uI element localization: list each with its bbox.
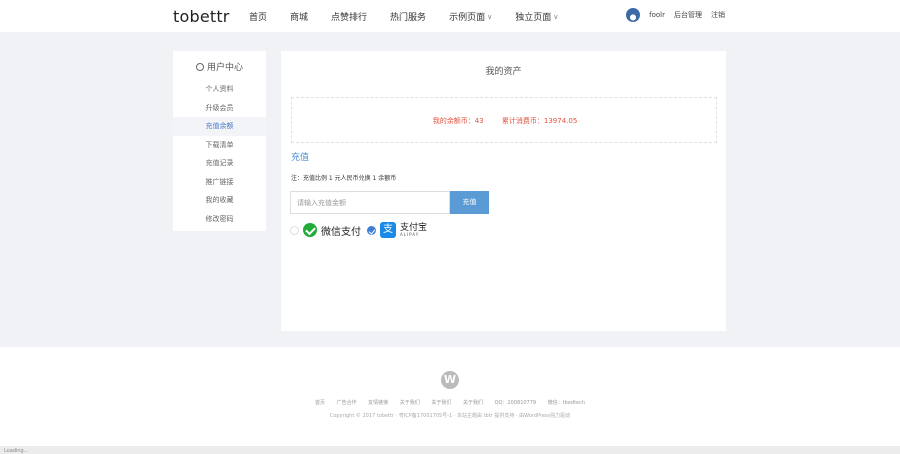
- wechat-pay-icon: [303, 223, 317, 237]
- nav-label: 首页: [249, 13, 268, 23]
- footer-link[interactable]: QQ：200810779: [495, 400, 537, 406]
- copyright: Copyright © 2017 tobettr · 粤ICP备17001705…: [329, 413, 571, 419]
- nav-item-examples[interactable]: 示例页面 ∨: [449, 10, 493, 24]
- sidebar-menu: 个人资料 升级会员 充值余额 下载清单 充值记录 推广链接 我的收藏 修改密码: [173, 80, 266, 228]
- assets-panel: 我的资产 我的余额币：43 累计消费币：13974.05 充值 注：充值比例 1…: [281, 51, 726, 331]
- sidebar-item-promotion[interactable]: 推广链接: [173, 173, 266, 192]
- alipay-label-group[interactable]: 支付宝 ALIPAY: [400, 223, 427, 237]
- site-footer: W 首页 广告合作 友情链接 关于我们 关于我们 关于我们 QQ：2008107…: [0, 347, 900, 446]
- nav-item-home[interactable]: 首页: [249, 10, 267, 23]
- footer-link[interactable]: 首页: [315, 400, 325, 406]
- user-center-sidebar: 用户中心 个人资料 升级会员 充值余额 下载清单 充值记录 推广链接 我的收藏 …: [173, 51, 266, 231]
- payment-options: 微信支付 支 支付宝 ALIPAY: [290, 222, 427, 238]
- status-text: Loading...: [4, 448, 29, 454]
- user-area: foolr 后台管理 注销: [626, 8, 725, 22]
- sidebar-item-downloads[interactable]: 下载清单: [173, 136, 266, 155]
- recharge-button[interactable]: 充值: [450, 191, 489, 214]
- sidebar-item-password[interactable]: 修改密码: [173, 210, 266, 229]
- wordpress-icon: W: [441, 371, 459, 389]
- username[interactable]: foolr: [649, 11, 665, 19]
- footer-link[interactable]: 关于我们: [431, 400, 451, 406]
- avatar[interactable]: [626, 8, 641, 22]
- nav-item-pages[interactable]: 独立页面 ∨: [515, 10, 559, 24]
- top-navbar: tobettr 首页 商城 点赞排行 热门服务 示例页面 ∨ 独立页面 ∨ fool…: [0, 0, 900, 32]
- footer-link[interactable]: 微信：tbedtech: [548, 400, 585, 406]
- admin-link[interactable]: 后台管理: [674, 10, 702, 20]
- sidebar-item-records[interactable]: 充值记录: [173, 154, 266, 173]
- nav-label: 独立页面: [515, 13, 552, 23]
- logout-link[interactable]: 注销: [711, 10, 725, 20]
- footer-link[interactable]: 友情链接: [368, 400, 388, 406]
- recharge-heading: 充值: [291, 153, 310, 163]
- wechat-pay-label[interactable]: 微信支付: [321, 223, 361, 238]
- asset-summary-box: 我的余额币：43 累计消费币：13974.05: [291, 97, 717, 143]
- alipay-radio[interactable]: [367, 225, 376, 235]
- total-consumed: 累计消费币：13974.05: [501, 117, 578, 125]
- sidebar-item-recharge[interactable]: 充值余额: [173, 117, 266, 136]
- browser-status-bar: [0, 446, 900, 454]
- footer-link[interactable]: 关于我们: [400, 400, 420, 406]
- footer-links: 首页 广告合作 友情链接 关于我们 关于我们 关于我们 QQ：200810779…: [0, 399, 900, 406]
- sidebar-title-text: 用户中心: [206, 63, 243, 73]
- alipay-icon: 支: [380, 222, 396, 238]
- sidebar-item-profile[interactable]: 个人资料: [173, 80, 266, 99]
- recharge-note: 注：充值比例 1 元人民币兑换 1 余额币: [291, 175, 397, 182]
- sidebar-title: 用户中心: [173, 60, 266, 73]
- nav-label: 点赞排行: [331, 13, 368, 23]
- main-nav: 首页 商城 点赞排行 热门服务 示例页面 ∨ 独立页面 ∨: [249, 10, 581, 24]
- gear-icon: [195, 62, 204, 71]
- amount-input[interactable]: [290, 191, 450, 214]
- nav-item-shop[interactable]: 商城: [290, 10, 308, 23]
- footer-link[interactable]: 关于我们: [463, 400, 483, 406]
- page-title: 我的资产: [485, 67, 522, 77]
- footer-link[interactable]: 广告合作: [337, 400, 357, 406]
- nav-item-services[interactable]: 热门服务: [390, 10, 426, 23]
- nav-label: 热门服务: [390, 13, 427, 23]
- sidebar-item-upgrade[interactable]: 升级会员: [173, 99, 266, 118]
- nav-label: 示例页面: [449, 13, 486, 23]
- nav-item-ranking[interactable]: 点赞排行: [331, 10, 367, 23]
- nav-label: 商城: [290, 13, 309, 23]
- alipay-en-label: ALIPAY: [400, 231, 420, 237]
- asset-summary: 我的余额币：43 累计消费币：13974.05: [292, 116, 718, 126]
- chevron-down-icon: ∨: [487, 12, 493, 21]
- sidebar-item-favorites[interactable]: 我的收藏: [173, 191, 266, 210]
- chevron-down-icon: ∨: [553, 12, 559, 21]
- current-balance: 我的余额币：43: [432, 117, 484, 125]
- wechat-radio[interactable]: [290, 225, 299, 235]
- site-logo[interactable]: tobettr: [173, 7, 230, 26]
